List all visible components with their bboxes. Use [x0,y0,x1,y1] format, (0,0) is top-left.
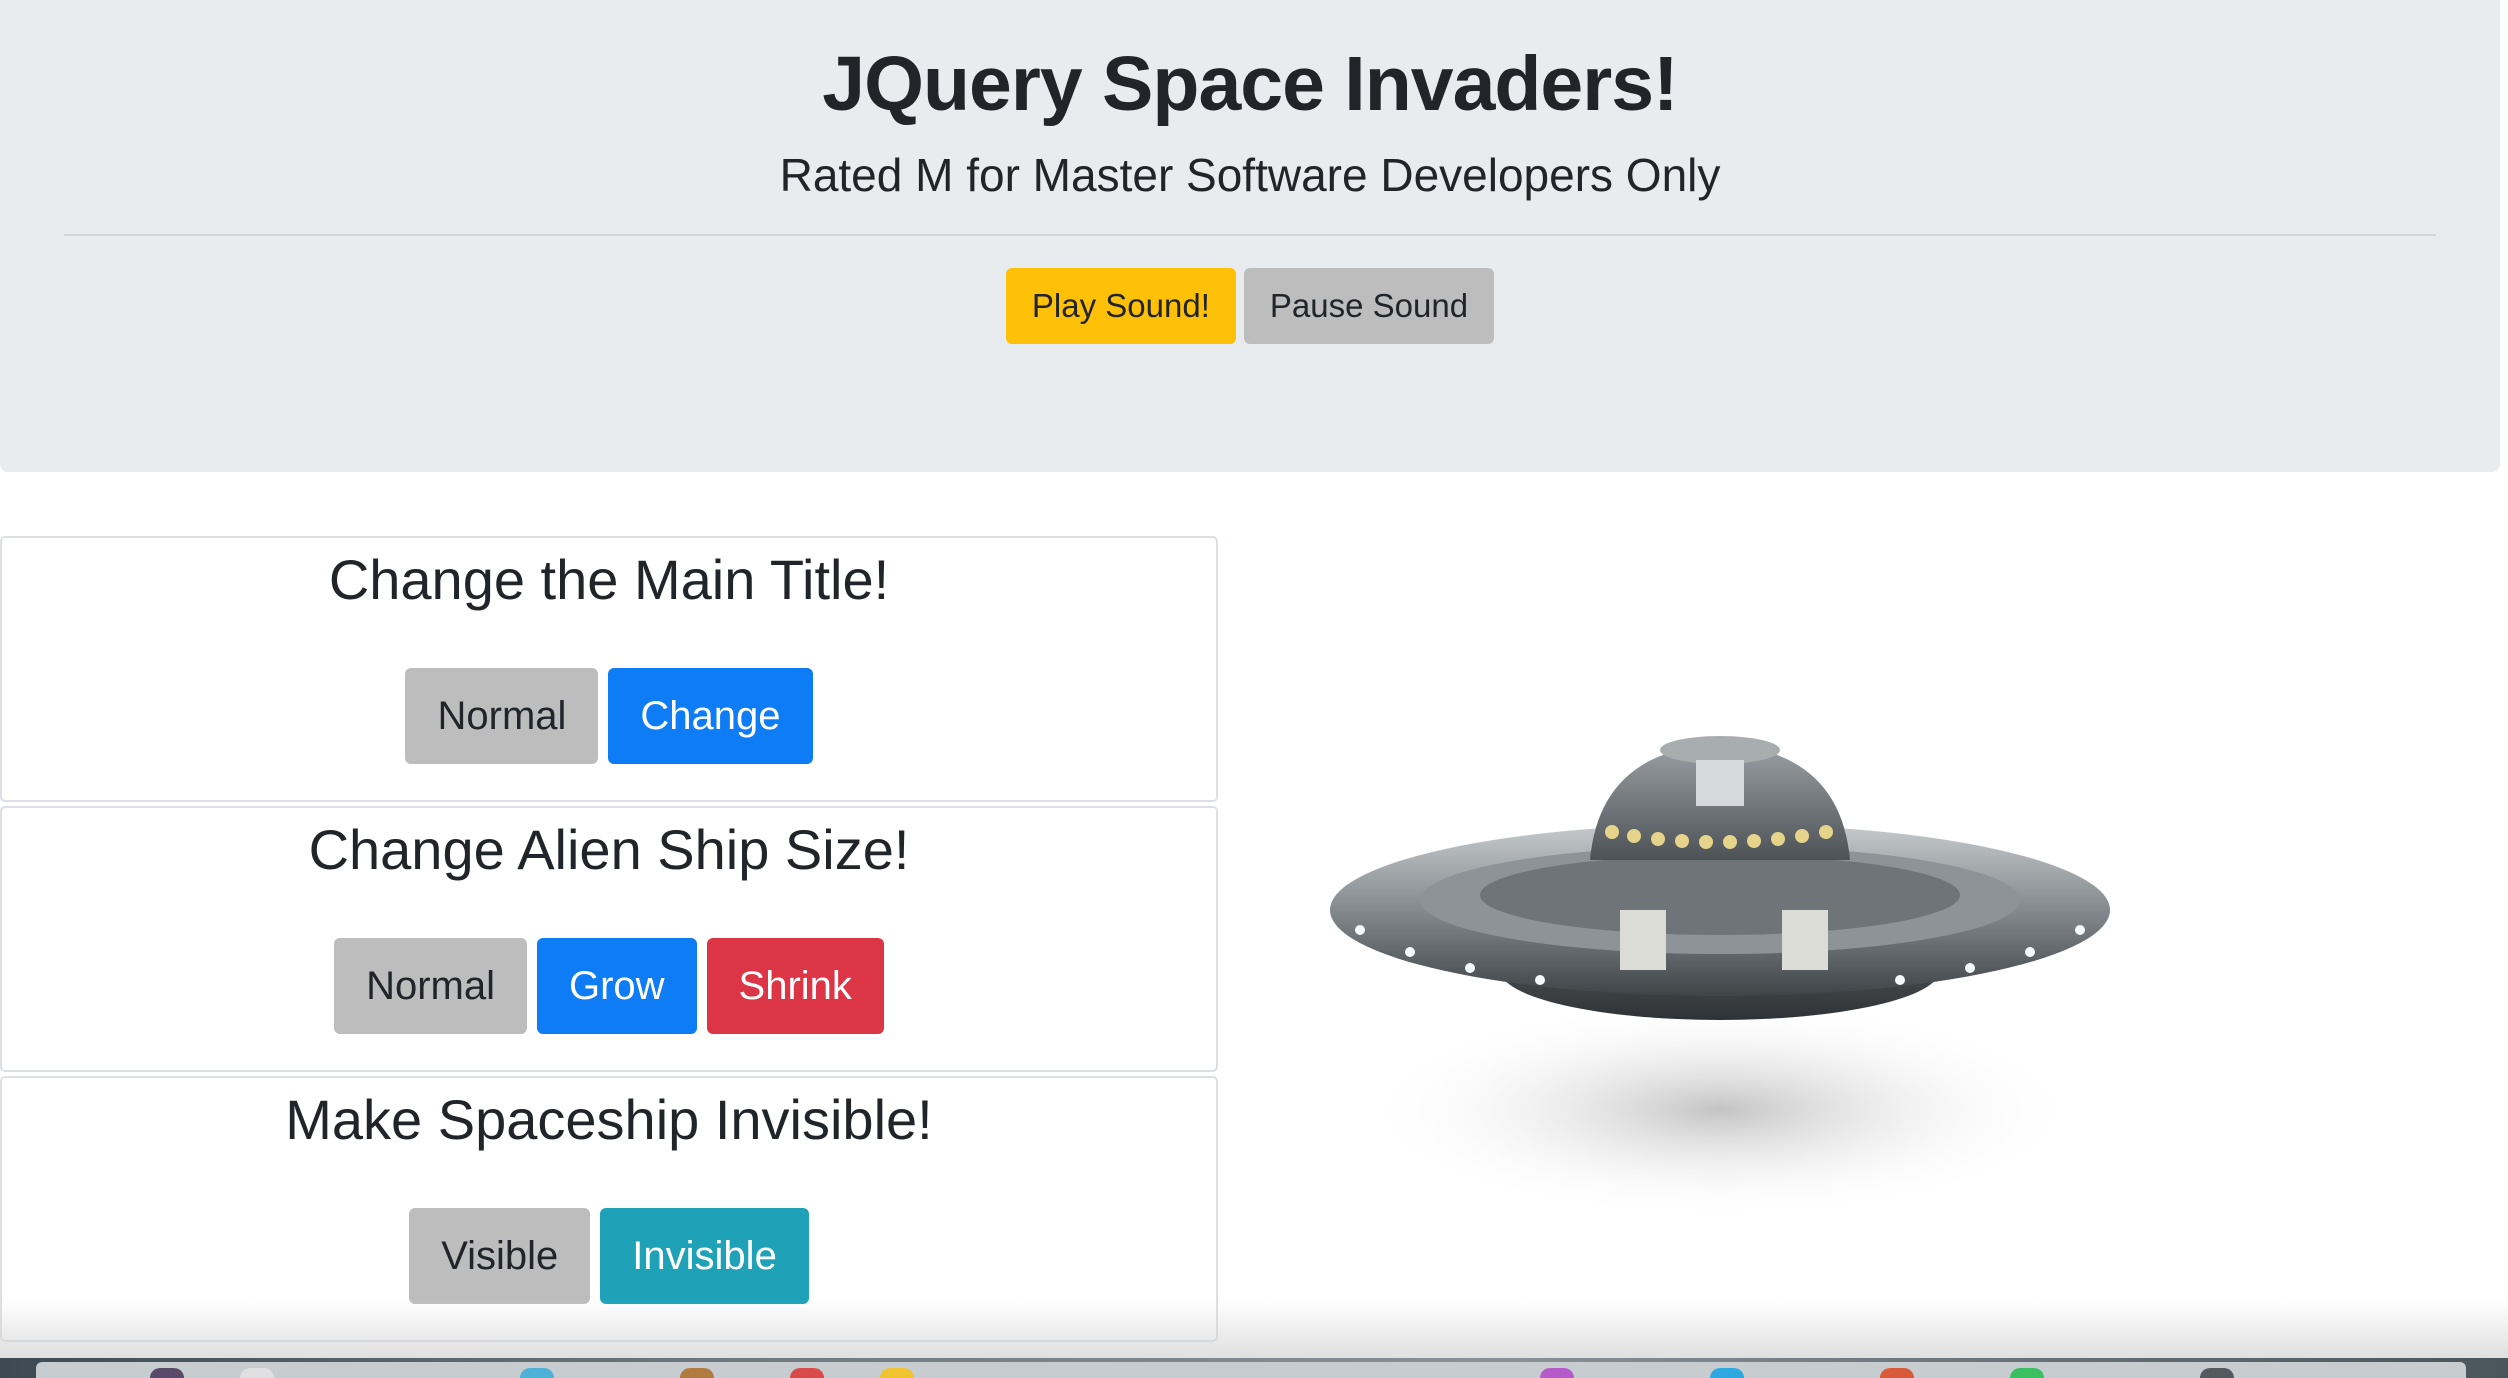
jumbotron-header: JQuery Space Invaders! Rated M for Maste… [0,0,2500,472]
dock [36,1362,2466,1378]
play-sound-button[interactable]: Play Sound! [1005,268,1236,344]
shrink-button[interactable]: Shrink [706,938,884,1034]
title-change-button[interactable]: Change [608,668,813,764]
dock-app-icon[interactable] [2200,1368,2234,1378]
ufo-spaceship-image [1320,720,2120,1240]
dock-app-icon[interactable] [1710,1368,1744,1378]
visible-button[interactable]: Visible [409,1208,591,1304]
ufo-icon [1330,736,2110,1220]
panel-title: Make Spaceship Invisible! [285,1088,933,1151]
invisible-button[interactable]: Invisible [600,1208,809,1304]
panel-buttons: Normal Grow Shrink [2,938,1216,1034]
dock-app-icon[interactable] [2010,1368,2044,1378]
panel-title: Change Alien Ship Size! [308,818,910,881]
sound-controls: Play Sound! Pause Sound [0,268,2500,344]
main-title: JQuery Space Invaders! [822,41,1678,127]
dock-app-icon[interactable] [790,1368,824,1378]
title-normal-button[interactable]: Normal [405,668,599,764]
size-normal-button[interactable]: Normal [334,938,527,1034]
ship-size-panel: Change Alien Ship Size! Normal Grow Shri… [0,806,1218,1072]
change-title-panel: Change the Main Title! Normal Change [0,536,1218,802]
dock-app-icon[interactable] [680,1368,714,1378]
dock-app-icon[interactable] [880,1368,914,1378]
dock-app-icon[interactable] [240,1368,274,1378]
panel-title: Change the Main Title! [328,548,890,611]
panel-buttons: Normal Change [2,668,1216,764]
panel-buttons: Visible Invisible [2,1208,1216,1304]
pause-sound-button[interactable]: Pause Sound [1243,268,1495,344]
dock-app-icon[interactable] [150,1368,184,1378]
subtitle: Rated M for Master Software Developers O… [779,149,1721,201]
bottom-shadow [0,1300,2508,1358]
header-divider [64,234,2436,236]
dock-app-icon[interactable] [1540,1368,1574,1378]
grow-button[interactable]: Grow [536,938,697,1034]
dock-app-icon[interactable] [520,1368,554,1378]
dock-app-icon[interactable] [1880,1368,1914,1378]
